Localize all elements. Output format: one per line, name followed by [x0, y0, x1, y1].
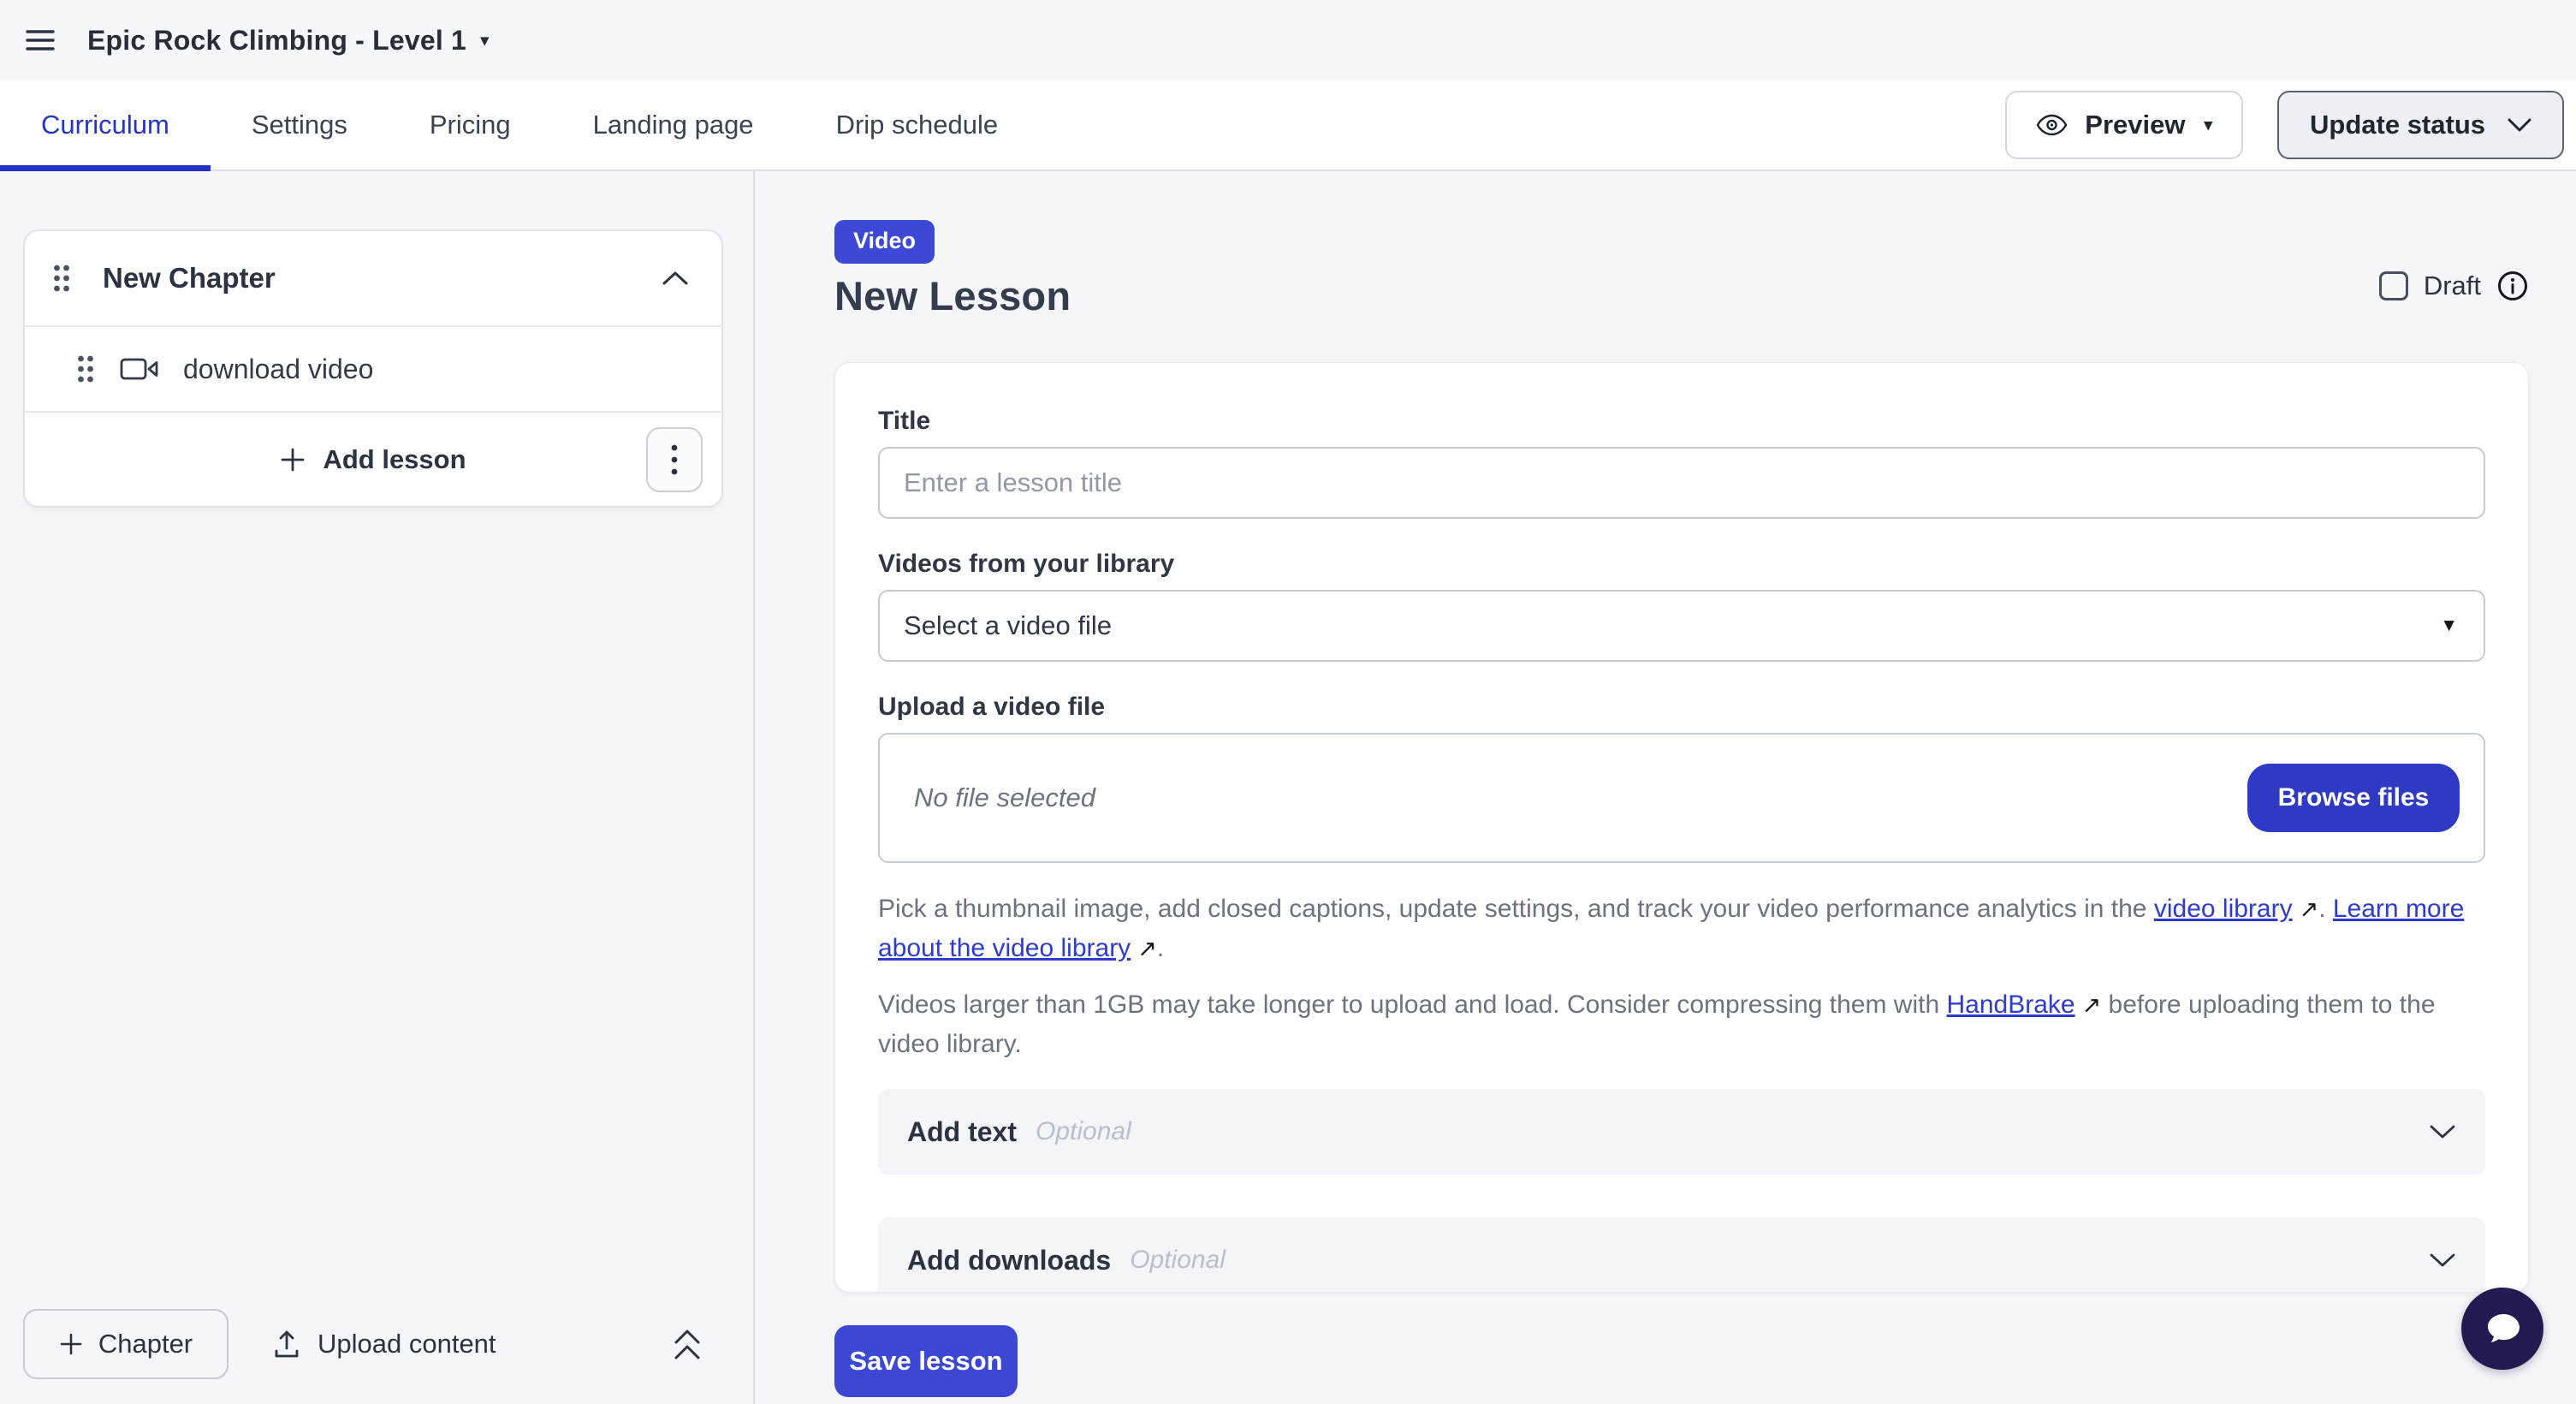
link-label: video library: [2154, 895, 2293, 923]
link-label: HandBrake: [1947, 991, 2075, 1019]
chat-launcher-button[interactable]: [2461, 1288, 2543, 1370]
file-dropzone[interactable]: No file selected Browse files: [878, 733, 2485, 863]
add-downloads-label: Add downloads: [907, 1245, 1111, 1276]
kebab-vertical-icon: [671, 444, 678, 475]
add-text-label: Add text: [907, 1116, 1017, 1148]
eye-icon: [2036, 114, 2068, 136]
caret-down-icon: ▾: [2204, 116, 2212, 135]
tabbar-actions: Preview ▾ Update status: [2005, 91, 2576, 159]
lesson-list-item[interactable]: download video: [25, 325, 721, 413]
video-file-select[interactable]: Select a video file ▼: [878, 590, 2485, 662]
sidebar-footer: Chapter Upload content: [0, 1296, 753, 1392]
upload-icon: [273, 1329, 300, 1359]
title-field-label: Title: [878, 408, 2485, 435]
external-link-icon: ↗: [2293, 890, 2319, 929]
help-text: .: [2318, 895, 2333, 923]
page-title: New Lesson: [834, 272, 1071, 319]
chapter-header[interactable]: New Chapter: [25, 231, 721, 325]
upload-content-label: Upload content: [318, 1329, 496, 1359]
tab-curriculum[interactable]: Curriculum: [0, 80, 211, 170]
chevron-down-icon: [2429, 1124, 2456, 1139]
chapter-title: New Chapter: [103, 262, 662, 294]
optional-label: Optional: [1130, 1246, 1226, 1275]
chevron-down-icon: [2429, 1252, 2456, 1268]
caret-down-icon: ▼: [2440, 616, 2458, 636]
speech-bubble-icon: [2480, 1307, 2525, 1350]
lesson-title-input[interactable]: [878, 447, 2485, 519]
no-file-text: No file selected: [914, 782, 1095, 813]
add-lesson-label: Add lesson: [323, 444, 466, 475]
add-chapter-button[interactable]: Chapter: [23, 1309, 229, 1379]
lesson-title: download video: [183, 354, 373, 385]
draft-checkbox[interactable]: [2379, 271, 2408, 300]
optional-label: Optional: [1036, 1117, 1131, 1146]
add-lesson-button[interactable]: Add lesson: [280, 444, 466, 475]
curriculum-sidebar: New Chapter download video: [0, 171, 755, 1404]
help-text: Videos larger than 1GB may take longer t…: [878, 991, 1947, 1019]
tab-landing-page[interactable]: Landing page: [552, 80, 795, 170]
external-link-icon: ↗: [2075, 986, 2102, 1025]
hamburger-menu-icon[interactable]: [24, 24, 56, 57]
tabbar: Curriculum Settings Pricing Landing page…: [0, 80, 2576, 171]
plus-icon: [280, 447, 306, 473]
collapse-all-icon[interactable]: [670, 1325, 704, 1363]
upload-content-button[interactable]: Upload content: [273, 1329, 496, 1359]
chapter-menu-button[interactable]: [646, 427, 703, 492]
tab-list: Curriculum Settings Pricing Landing page…: [0, 80, 1039, 170]
lesson-editor-header: Video New Lesson Draft: [834, 220, 2529, 319]
preview-button-label: Preview: [2085, 110, 2185, 140]
upload-field-label: Upload a video file: [878, 693, 2485, 721]
lesson-form-card: Title Videos from your library Select a …: [834, 362, 2529, 1293]
chevron-down-icon: [2508, 118, 2531, 132]
tab-pricing[interactable]: Pricing: [389, 80, 552, 170]
browse-files-button[interactable]: Browse files: [2247, 764, 2460, 832]
drag-handle-icon[interactable]: [53, 264, 70, 293]
content-area: New Chapter download video: [0, 171, 2576, 1404]
lesson-editor: Video New Lesson Draft Title Vide: [755, 171, 2576, 1404]
course-title[interactable]: Epic Rock Climbing - Level 1: [87, 25, 466, 57]
save-lesson-button[interactable]: Save lesson: [834, 1325, 1018, 1397]
update-status-button[interactable]: Update status: [2277, 91, 2564, 159]
update-status-label: Update status: [2310, 110, 2485, 140]
draft-control: Draft: [2379, 270, 2529, 302]
video-library-label: Videos from your library: [878, 550, 2485, 578]
chapter-card: New Chapter download video: [23, 229, 723, 508]
video-library-field: Videos from your library Select a video …: [878, 550, 2485, 662]
caret-down-icon[interactable]: ▾: [480, 30, 490, 51]
chevron-up-icon[interactable]: [662, 271, 689, 286]
preview-button[interactable]: Preview ▾: [2005, 91, 2243, 159]
help-text: Pick a thumbnail image, add closed capti…: [878, 895, 2154, 923]
tab-drip-schedule[interactable]: Drip schedule: [795, 80, 1040, 170]
video-library-link[interactable]: video library↗: [2154, 895, 2318, 923]
lesson-type-badge: Video: [834, 220, 935, 264]
drag-handle-icon[interactable]: [77, 354, 94, 384]
chapter-footer: Add lesson: [25, 413, 721, 506]
help-text: .: [1157, 934, 1164, 962]
add-chapter-label: Chapter: [98, 1329, 193, 1359]
add-text-section[interactable]: Add text Optional: [878, 1089, 2485, 1175]
video-file-select-value: Select a video file: [904, 610, 1112, 641]
add-downloads-section[interactable]: Add downloads Optional: [878, 1217, 2485, 1293]
video-library-help-text: Pick a thumbnail image, add closed capti…: [878, 889, 2485, 968]
course-builder-app: Epic Rock Climbing - Level 1 ▾ Curriculu…: [0, 0, 2576, 1404]
title-field: Title: [878, 408, 2485, 519]
draft-label: Draft: [2424, 271, 2481, 301]
file-size-help-text: Videos larger than 1GB may take longer t…: [878, 985, 2485, 1063]
tab-settings[interactable]: Settings: [211, 80, 389, 170]
info-icon[interactable]: [2496, 270, 2529, 302]
handbrake-link[interactable]: HandBrake↗: [1947, 991, 2102, 1019]
plus-icon: [59, 1332, 83, 1356]
topbar: Epic Rock Climbing - Level 1 ▾: [0, 0, 2576, 80]
external-link-icon: ↗: [1131, 930, 1157, 968]
video-camera-icon: [120, 356, 159, 382]
lesson-heading-group: Video New Lesson: [834, 220, 1071, 319]
upload-field: Upload a video file No file selected Bro…: [878, 693, 2485, 863]
